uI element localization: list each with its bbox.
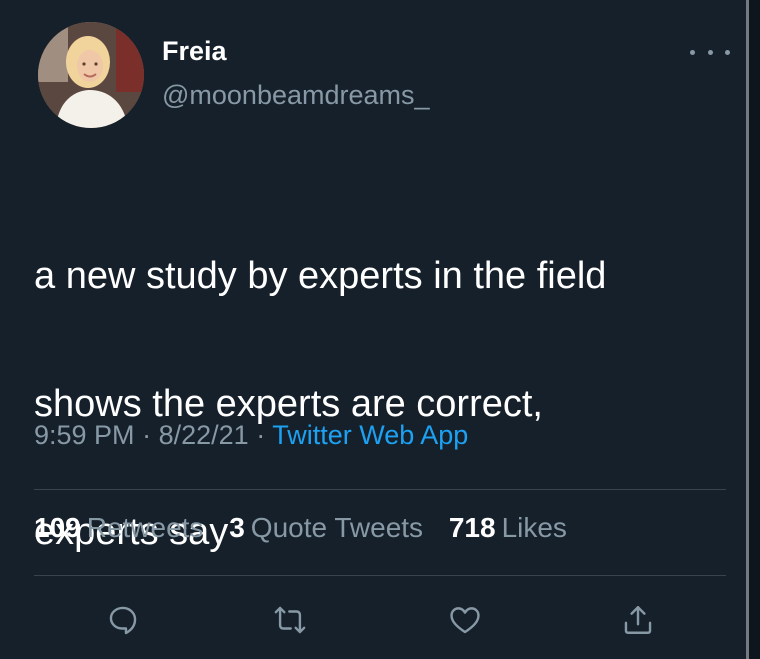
quote-tweets-label: Quote Tweets xyxy=(250,512,424,543)
retweet-button[interactable] xyxy=(270,600,310,640)
quote-tweets-stat[interactable]: 3 Quote Tweets xyxy=(229,512,423,543)
meta-separator: · xyxy=(142,420,152,450)
retweets-stat[interactable]: 109 Retweets xyxy=(34,512,203,543)
tweet-stats: 109 Retweets 3 Quote Tweets 718 Likes xyxy=(34,512,585,544)
retweets-label: Retweets xyxy=(86,512,204,543)
retweets-count: 109 xyxy=(34,512,81,543)
tweet-date[interactable]: 8/22/21 xyxy=(159,420,249,450)
tweet-time[interactable]: 9:59 PM xyxy=(34,420,135,450)
window-edge xyxy=(746,0,760,659)
like-button[interactable] xyxy=(445,600,485,640)
author-name[interactable]: Freia xyxy=(162,36,227,67)
more-dot xyxy=(690,49,695,55)
author-handle[interactable]: @moonbeamdreams_ xyxy=(162,80,430,111)
more-dot xyxy=(725,49,730,55)
meta-separator: · xyxy=(256,420,266,450)
like-icon xyxy=(450,607,480,634)
retweet-icon xyxy=(274,606,306,634)
likes-stat[interactable]: 718 Likes xyxy=(449,512,567,543)
likes-count: 718 xyxy=(448,512,496,543)
tweet-meta: 9:59 PM · 8/22/21 · Twitter Web App xyxy=(34,420,468,451)
tweet-source-link[interactable]: Twitter Web App xyxy=(272,420,468,450)
more-options-button[interactable] xyxy=(690,40,730,64)
share-button[interactable] xyxy=(618,600,658,640)
more-dot xyxy=(707,49,713,55)
tweet-text-line: a new study by experts in the field xyxy=(34,255,607,297)
profile-photo-icon xyxy=(38,22,144,128)
avatar[interactable] xyxy=(38,22,144,128)
divider xyxy=(34,575,726,576)
tweet-text: a new study by experts in the field show… xyxy=(34,180,724,628)
reply-button[interactable] xyxy=(103,600,143,640)
tweet-card: Freia @moonbeamdreams_ a new study by ex… xyxy=(0,0,746,659)
reply-icon xyxy=(109,606,137,635)
likes-label: Likes xyxy=(501,512,567,543)
quote-tweets-count: 3 xyxy=(229,512,245,543)
divider xyxy=(34,489,726,490)
share-icon xyxy=(624,606,652,634)
